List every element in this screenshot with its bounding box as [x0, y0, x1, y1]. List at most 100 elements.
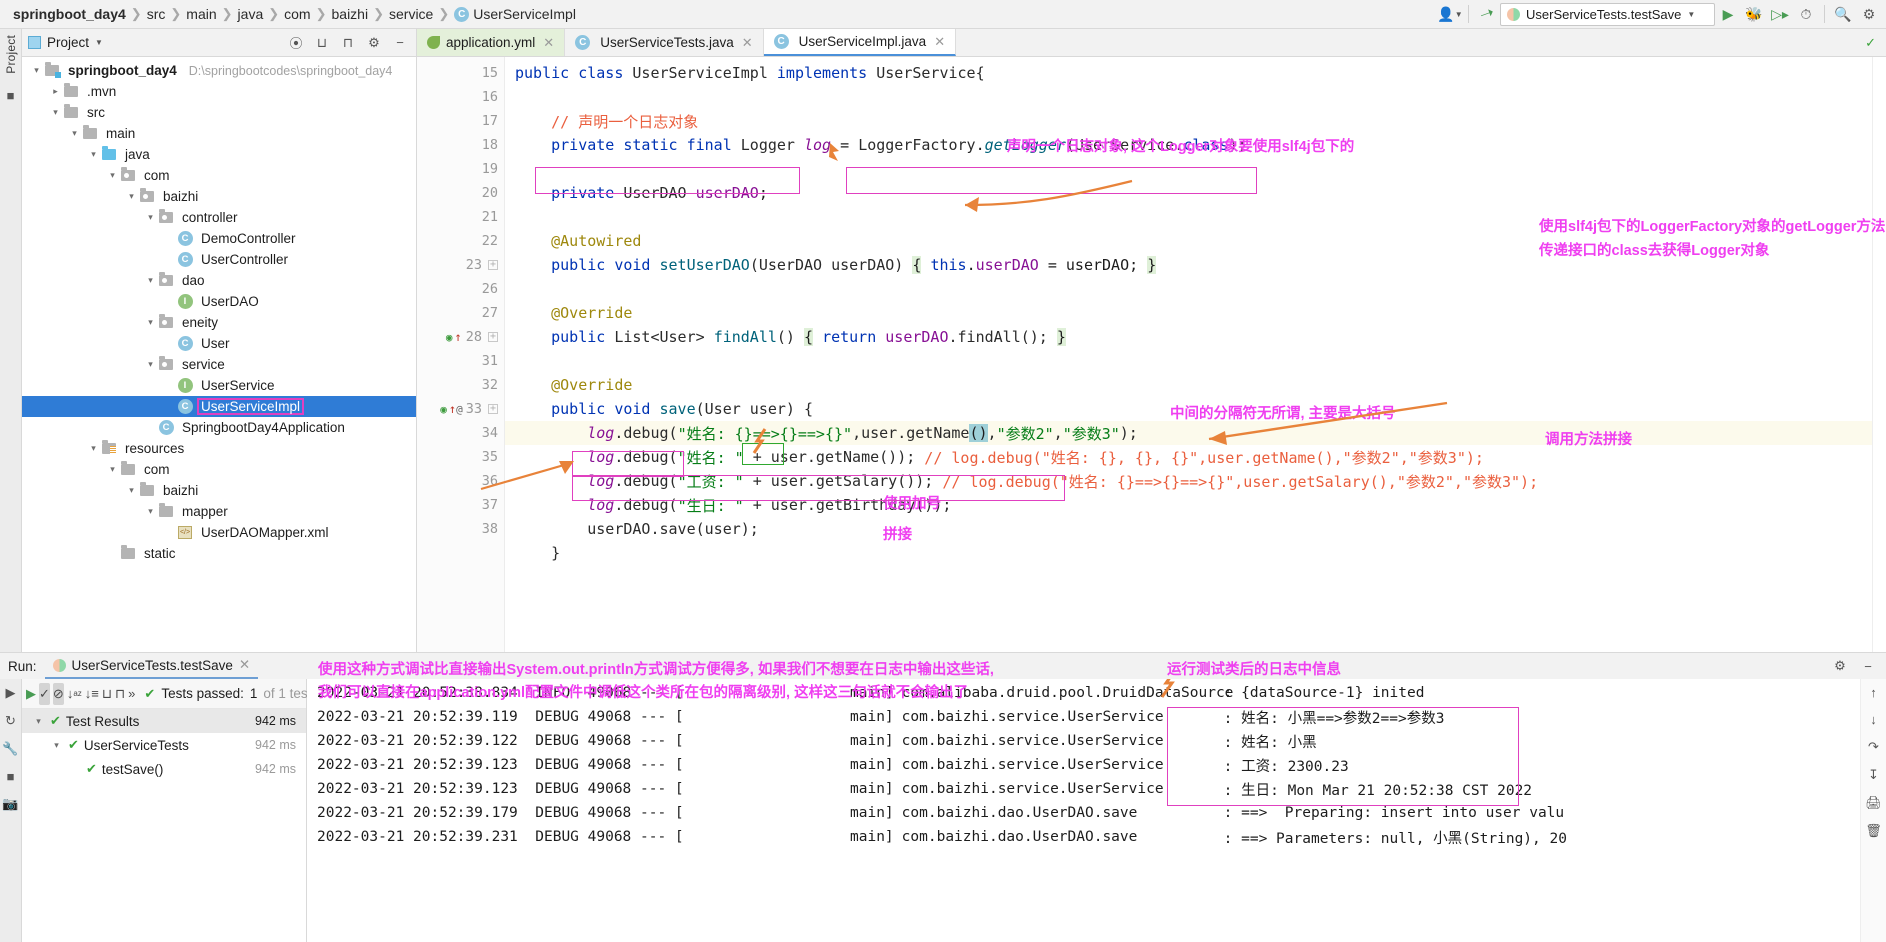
tree-expander-icon[interactable]: ▾	[125, 485, 138, 496]
close-icon[interactable]: ✕	[239, 657, 250, 673]
line-number-17[interactable]: 17	[417, 109, 504, 133]
expand-all-icon[interactable]: ⊔	[102, 683, 112, 705]
tree-expander-icon[interactable]: ▾	[87, 149, 100, 160]
hide-icon[interactable]: −	[390, 35, 410, 50]
coverage-icon[interactable]: ▷▸	[1767, 3, 1793, 25]
breadcrumb-item-4[interactable]: com	[279, 6, 315, 22]
scroll-up-icon[interactable]: ↑	[1870, 685, 1877, 700]
build-strip-icon[interactable]: 🔧	[2, 741, 18, 757]
line-number-31[interactable]: 31	[417, 349, 504, 373]
more-icon[interactable]: »	[128, 683, 135, 705]
console-output[interactable]: 2022-03-21 20:52:38.834 INFO 49068 --- […	[307, 679, 1860, 942]
code-line-15[interactable]: public class UserServiceImpl implements …	[505, 61, 1872, 85]
code-line-19[interactable]	[505, 157, 1872, 181]
test-tree-item-userservicetests[interactable]: ▾ ✔ UserServiceTests 942 ms	[22, 733, 306, 757]
test-tree[interactable]: ▾ ✔ Test Results 942 ms ▾ ✔ UserServiceTests 94…	[22, 709, 306, 781]
tree-expander-icon[interactable]: ▾	[87, 443, 100, 454]
breadcrumb-item-6[interactable]: service	[384, 6, 438, 22]
project-tree-item-baizhi[interactable]: ▾ baizhi	[22, 480, 416, 501]
project-tree-item-java[interactable]: ▾ java	[22, 144, 416, 165]
test-tree-item-test-results[interactable]: ▾ ✔ Test Results 942 ms	[22, 709, 306, 733]
run-icon[interactable]: ▶	[1715, 3, 1741, 25]
line-number-32[interactable]: 32	[417, 373, 504, 397]
line-number-20[interactable]: 20	[417, 181, 504, 205]
tree-expander-icon[interactable]: ▾	[125, 191, 138, 202]
gear-icon[interactable]: ⚙	[364, 35, 384, 51]
project-tree-item-com[interactable]: ▾ com	[22, 165, 416, 186]
project-tree-item-userdao[interactable]: I UserDAO	[22, 291, 416, 312]
project-tree-item--mvn[interactable]: ▸ .mvn	[22, 81, 416, 102]
code-line-17[interactable]: // 声明一个日志对象	[505, 109, 1872, 133]
inspection-status-icon[interactable]: ✓	[1855, 29, 1886, 56]
close-icon[interactable]: ✕	[934, 34, 945, 50]
tool-window-project[interactable]: Project	[4, 35, 18, 74]
project-tree-item-static[interactable]: static	[22, 543, 416, 564]
print-icon[interactable]: 🖨	[1865, 795, 1882, 811]
project-tree-item-main[interactable]: ▾ main	[22, 123, 416, 144]
project-tree-item-com[interactable]: ▾ com	[22, 459, 416, 480]
code-line-38[interactable]: userDAO.save(user);	[505, 517, 1872, 541]
project-tree-item-resources[interactable]: ▾ resources	[22, 438, 416, 459]
line-number-21[interactable]: 21	[417, 205, 504, 229]
code-line-27[interactable]: @Override	[505, 301, 1872, 325]
project-tree-item-user[interactable]: C User	[22, 333, 416, 354]
chevron-down-icon[interactable]: ▼	[95, 38, 103, 47]
project-tree-item-userservice[interactable]: I UserService	[22, 375, 416, 396]
project-tree-item-baizhi[interactable]: ▾ baizhi	[22, 186, 416, 207]
tree-expander-icon[interactable]: ▾	[144, 359, 157, 370]
project-tree-item-democontroller[interactable]: C DemoController	[22, 228, 416, 249]
line-number-22[interactable]: 22	[417, 229, 504, 253]
locate-icon[interactable]: ⦿	[286, 33, 306, 52]
project-tree-item-usercontroller[interactable]: C UserController	[22, 249, 416, 270]
line-number-18[interactable]: 18	[417, 133, 504, 157]
search-icon[interactable]: 🔍	[1830, 3, 1856, 25]
line-number-blank-20[interactable]	[417, 541, 504, 565]
code-line-36[interactable]: log .debug("工资: " + user.getSalary()); //…	[505, 469, 1872, 493]
project-tree-item-springbootday4application[interactable]: C SpringbootDay4Application	[22, 417, 416, 438]
breadcrumb-item-5[interactable]: baizhi	[327, 6, 374, 22]
hide-icon[interactable]: −	[1858, 659, 1878, 674]
project-tree-item-src[interactable]: ▾ src	[22, 102, 416, 123]
profiler-icon[interactable]: ⏱	[1793, 3, 1819, 25]
tree-expander-icon[interactable]: ▾	[144, 317, 157, 328]
line-number-27[interactable]: 27	[417, 301, 504, 325]
code-line-16[interactable]	[505, 85, 1872, 109]
scroll-to-end-icon[interactable]: ↧	[1868, 767, 1879, 783]
tab-user-service-tests[interactable]: C UserServiceTests.java ✕	[565, 29, 764, 56]
project-tree-item-mapper[interactable]: ▾ mapper	[22, 501, 416, 522]
project-tree-item-dao[interactable]: ▾ dao	[22, 270, 416, 291]
settings-icon[interactable]: ⚙	[1856, 3, 1882, 25]
tree-expander-icon[interactable]: ▾	[32, 716, 45, 727]
breadcrumb-item-2[interactable]: main	[181, 6, 221, 22]
code-line-32[interactable]: @Override	[505, 373, 1872, 397]
editor-marker-strip[interactable]	[1872, 57, 1886, 652]
breadcrumb-item-0[interactable]: springboot_day4	[8, 6, 131, 22]
profile-icon[interactable]: 👤 ▼	[1437, 3, 1463, 25]
run-tab[interactable]: UserServiceTests.testSave ✕	[44, 653, 259, 679]
line-number-28[interactable]: ◉ ↑ 28 +	[417, 325, 504, 349]
tree-expander-icon[interactable]: ▾	[144, 275, 157, 286]
tree-expander-icon[interactable]: ▾	[50, 740, 63, 751]
tree-expander-icon[interactable]: ▾	[106, 464, 119, 475]
breadcrumb-item-1[interactable]: src	[142, 6, 171, 22]
tree-expander-icon[interactable]: ▾	[144, 212, 157, 223]
line-number-16[interactable]: 16	[417, 85, 504, 109]
code-line-35[interactable]: log .debug("姓名: " + user.getName()); // l…	[505, 445, 1872, 469]
expand-all-icon[interactable]: ⊔	[312, 35, 332, 51]
line-number-26[interactable]: 26	[417, 277, 504, 301]
line-number-33[interactable]: ◉ ↑ @33 +	[417, 397, 504, 421]
close-icon[interactable]: ✕	[543, 35, 554, 51]
tree-expander-icon[interactable]: ▸	[49, 86, 62, 97]
tree-expander-icon[interactable]: ▾	[68, 128, 81, 139]
project-tree-item-springboot-day4[interactable]: ▾ springboot_day4 D:\springbootcodes\sprin…	[22, 60, 416, 81]
line-number-38[interactable]: 38	[417, 517, 504, 541]
line-number-23[interactable]: 23 +	[417, 253, 504, 277]
terminal-strip-icon[interactable]: ■	[7, 769, 15, 784]
breadcrumb-item-3[interactable]: java	[233, 6, 269, 22]
run-configuration-selector[interactable]: UserServiceTests.testSave ▼	[1500, 2, 1715, 26]
project-tree-item-controller[interactable]: ▾ controller	[22, 207, 416, 228]
code-line-37[interactable]: log .debug("生日: " + user.getBirthday());	[505, 493, 1872, 517]
tab-application-yml[interactable]: application.yml ✕	[417, 29, 566, 56]
run-strip-icon[interactable]: ▶	[6, 685, 16, 701]
test-tree-item-testsave-[interactable]: ✔ testSave() 942 ms	[22, 757, 306, 781]
